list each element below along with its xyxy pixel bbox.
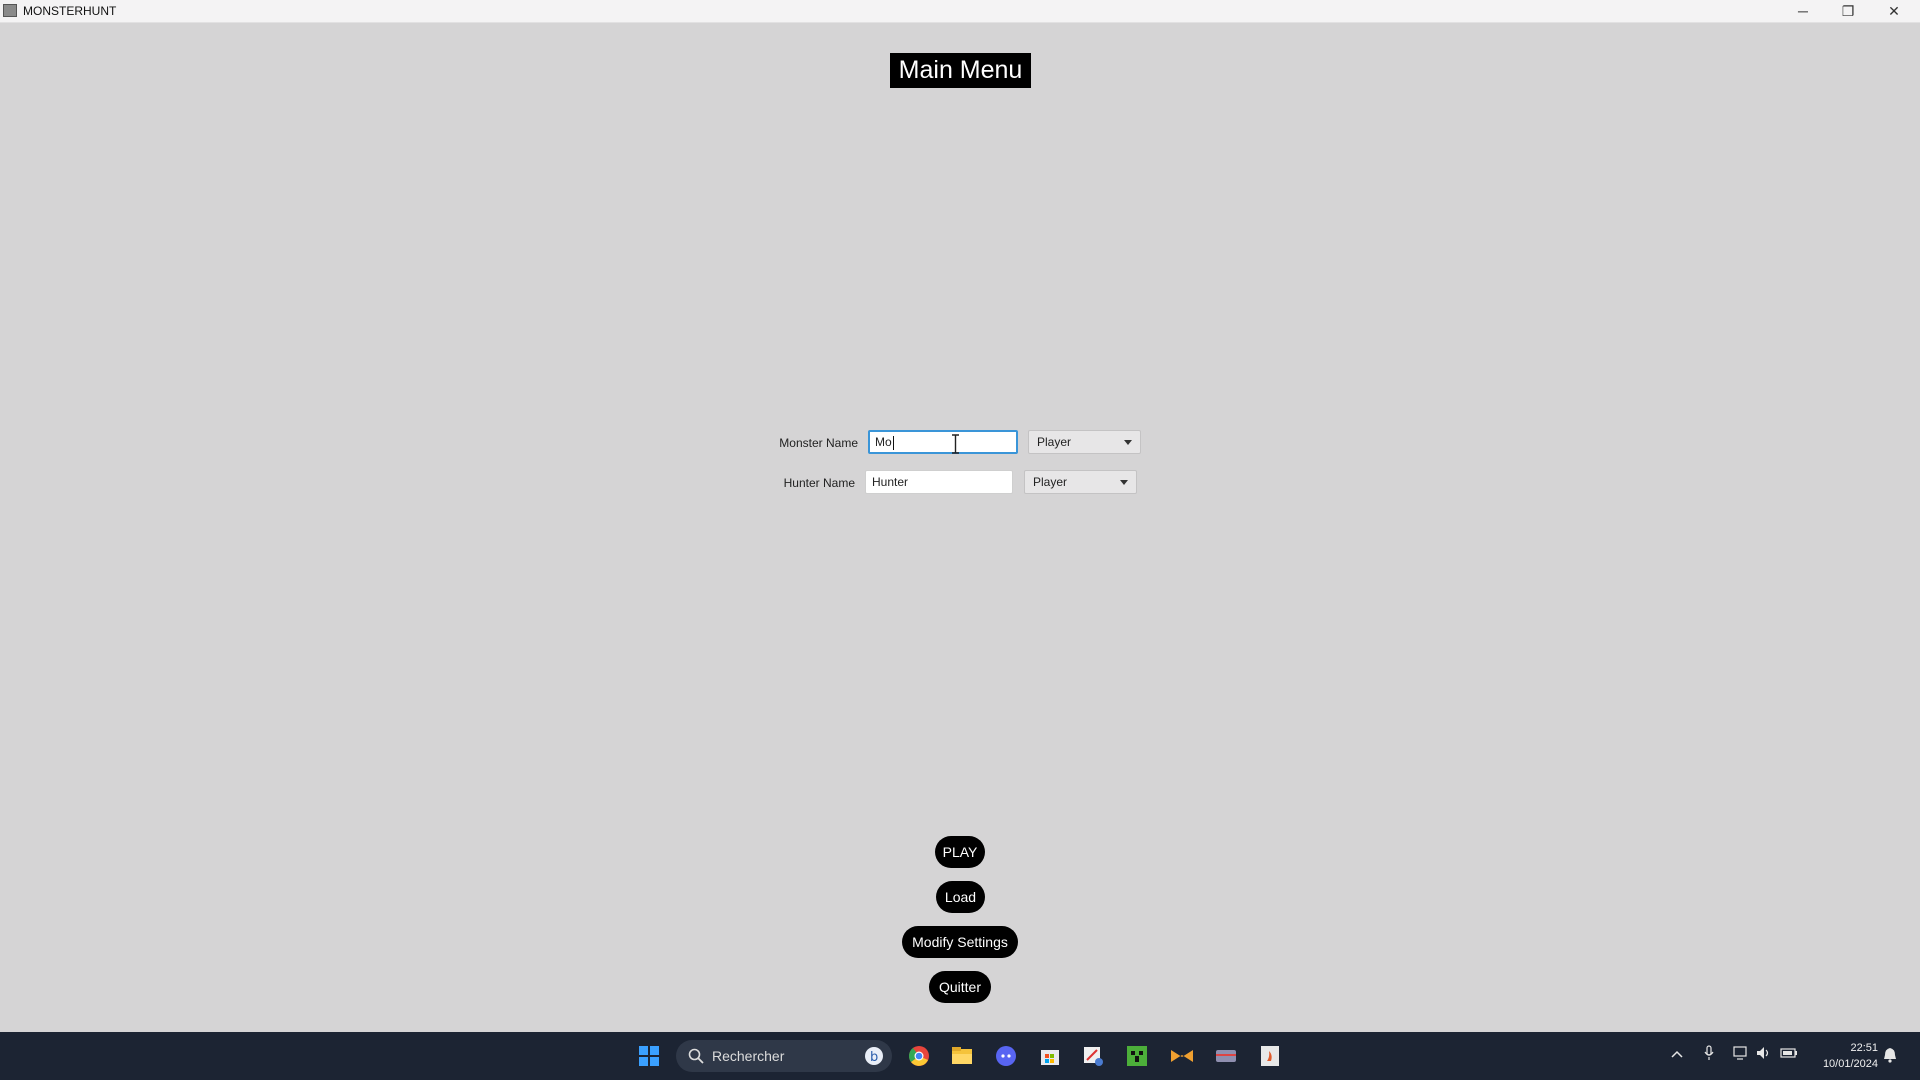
volume-icon[interactable] bbox=[1756, 1046, 1772, 1060]
quit-button[interactable]: Quitter bbox=[929, 971, 991, 1003]
chevron-down-icon bbox=[1120, 480, 1128, 485]
network-icon[interactable] bbox=[1733, 1046, 1749, 1060]
modify-settings-button[interactable]: Modify Settings bbox=[902, 926, 1018, 958]
start-button[interactable] bbox=[637, 1044, 661, 1068]
minecraft-icon[interactable] bbox=[1125, 1044, 1149, 1068]
chevron-down-icon bbox=[1124, 440, 1132, 445]
monster-name-input[interactable]: Mo bbox=[868, 430, 1018, 454]
maximize-icon: ❐ bbox=[1841, 2, 1855, 19]
chevron-up-icon[interactable] bbox=[1671, 1049, 1683, 1059]
search-placeholder: Rechercher bbox=[712, 1048, 785, 1064]
java-app-icon[interactable] bbox=[1258, 1044, 1282, 1068]
hunter-type-select[interactable]: Player bbox=[1024, 470, 1137, 494]
maximize-button[interactable]: ❐ bbox=[1828, 0, 1868, 22]
discord-icon[interactable] bbox=[994, 1044, 1018, 1068]
app-icon bbox=[3, 4, 17, 17]
chrome-icon[interactable] bbox=[907, 1044, 931, 1068]
monster-type-value: Player bbox=[1037, 435, 1072, 449]
search-icon bbox=[688, 1048, 704, 1064]
terminal-icon[interactable] bbox=[1214, 1044, 1238, 1068]
play-button[interactable]: PLAY bbox=[935, 836, 985, 868]
hunter-name-value: Hunter bbox=[872, 475, 909, 489]
close-icon: ✕ bbox=[1888, 2, 1900, 19]
close-button[interactable]: ✕ bbox=[1874, 0, 1914, 22]
minimize-button[interactable]: ─ bbox=[1783, 0, 1823, 22]
hunter-type-value: Player bbox=[1033, 475, 1068, 489]
text-cursor-icon bbox=[952, 434, 959, 454]
battery-icon[interactable] bbox=[1780, 1047, 1798, 1059]
taskbar-search[interactable]: Rechercher b bbox=[676, 1040, 892, 1072]
svg-text:b: b bbox=[870, 1050, 878, 1065]
window-title-bar: MONSTERHUNT ─ ❐ ✕ bbox=[0, 0, 1920, 23]
game-launcher-icon[interactable] bbox=[1170, 1044, 1194, 1068]
snipping-tool-icon[interactable] bbox=[1081, 1044, 1105, 1068]
hunter-name-input[interactable]: Hunter bbox=[865, 470, 1013, 494]
file-explorer-icon[interactable] bbox=[950, 1044, 974, 1068]
monster-name-value: Mo bbox=[875, 435, 892, 449]
clock-date: 10/01/2024 bbox=[1822, 1058, 1878, 1070]
windows-logo-icon bbox=[639, 1046, 659, 1066]
notification-bell-icon[interactable] bbox=[1883, 1047, 1897, 1063]
bing-icon: b bbox=[865, 1047, 883, 1065]
store-icon[interactable] bbox=[1038, 1044, 1062, 1068]
minimize-icon: ─ bbox=[1798, 3, 1808, 19]
monster-name-label: Monster Name bbox=[779, 436, 858, 450]
text-caret bbox=[892, 435, 894, 450]
monster-type-select[interactable]: Player bbox=[1028, 430, 1141, 454]
hunter-name-label: Hunter Name bbox=[783, 476, 855, 490]
load-button[interactable]: Load bbox=[936, 881, 985, 913]
clock-time: 22:51 bbox=[1850, 1042, 1878, 1054]
taskbar-clock[interactable]: 22:51 10/01/2024 bbox=[1823, 1040, 1878, 1072]
microphone-icon[interactable] bbox=[1704, 1045, 1714, 1061]
window-title: MONSTERHUNT bbox=[23, 4, 117, 18]
main-menu-title: Main Menu bbox=[890, 53, 1031, 88]
